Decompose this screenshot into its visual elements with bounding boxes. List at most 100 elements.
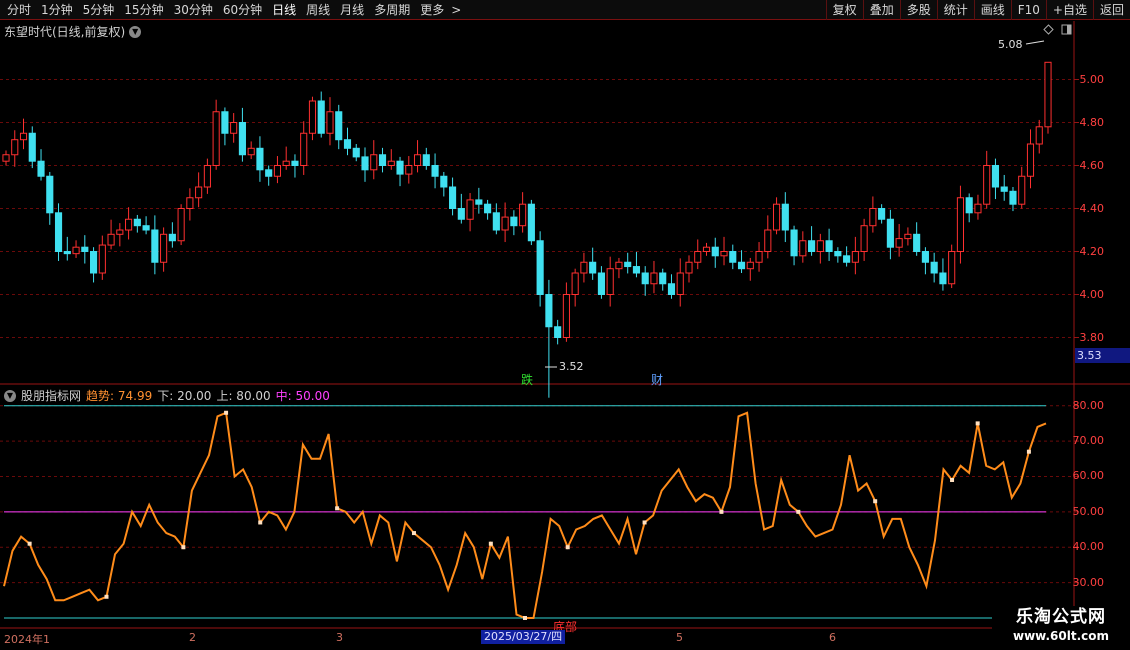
candle-body[interactable] bbox=[81, 246, 89, 252]
candle-body[interactable] bbox=[335, 111, 343, 141]
candle-body[interactable] bbox=[142, 225, 150, 231]
candle-body[interactable] bbox=[405, 165, 413, 175]
candle-body[interactable] bbox=[930, 261, 938, 274]
candle-body[interactable] bbox=[632, 266, 641, 274]
candle-body[interactable] bbox=[46, 175, 54, 214]
candle-body[interactable] bbox=[177, 208, 185, 242]
candle-body[interactable] bbox=[72, 246, 80, 255]
candle-body[interactable] bbox=[519, 203, 527, 227]
candle-body[interactable] bbox=[755, 251, 763, 263]
candle-body[interactable] bbox=[396, 160, 404, 175]
candle-body[interactable] bbox=[160, 233, 168, 263]
candle-body[interactable] bbox=[606, 268, 614, 296]
candle-body[interactable] bbox=[650, 272, 658, 285]
candle-body[interactable] bbox=[475, 199, 483, 205]
candle-body[interactable] bbox=[63, 251, 71, 255]
candle-body[interactable] bbox=[1035, 126, 1043, 145]
candle-body[interactable] bbox=[772, 203, 781, 231]
candle-body[interactable] bbox=[536, 240, 544, 295]
candle-body[interactable] bbox=[326, 111, 334, 134]
candle-body[interactable] bbox=[913, 233, 921, 253]
candle-body[interactable] bbox=[737, 261, 746, 270]
candle-body[interactable] bbox=[413, 154, 422, 166]
candle-body[interactable] bbox=[641, 272, 649, 285]
candle-body[interactable] bbox=[37, 160, 45, 177]
trend-line[interactable] bbox=[3, 411, 1047, 619]
candle-body[interactable] bbox=[133, 218, 141, 227]
candle-body[interactable] bbox=[746, 261, 754, 270]
candle-body[interactable] bbox=[352, 147, 360, 158]
candle-body[interactable] bbox=[834, 251, 842, 257]
candle-body[interactable] bbox=[510, 216, 518, 227]
candle-body[interactable] bbox=[1000, 186, 1008, 192]
candle-body[interactable] bbox=[764, 229, 772, 252]
candle-body[interactable] bbox=[247, 147, 255, 156]
candle-body[interactable] bbox=[492, 212, 500, 231]
candle-body[interactable] bbox=[851, 251, 859, 263]
candle-body[interactable] bbox=[256, 147, 264, 171]
candle-body[interactable] bbox=[781, 203, 789, 231]
candle-body[interactable] bbox=[484, 203, 492, 214]
candle-body[interactable] bbox=[151, 229, 159, 263]
candle-body[interactable] bbox=[676, 272, 684, 295]
candle-body[interactable] bbox=[343, 139, 352, 149]
candle-body[interactable] bbox=[125, 218, 133, 231]
candle-body[interactable] bbox=[799, 240, 807, 257]
candle-body[interactable] bbox=[282, 160, 290, 166]
candle-body[interactable] bbox=[580, 261, 588, 274]
candle-body[interactable] bbox=[107, 233, 115, 246]
candle-body[interactable] bbox=[948, 251, 956, 285]
candle-body[interactable] bbox=[711, 246, 719, 257]
candle-body[interactable] bbox=[816, 240, 824, 252]
candle-body[interactable] bbox=[221, 111, 229, 134]
candle-body[interactable] bbox=[11, 139, 19, 156]
chart-canvas[interactable] bbox=[0, 0, 1130, 650]
candle-body[interactable] bbox=[886, 218, 894, 248]
candle-body[interactable] bbox=[212, 111, 220, 166]
candle-body[interactable] bbox=[300, 132, 308, 166]
candle-body[interactable] bbox=[387, 160, 395, 166]
candle-body[interactable] bbox=[195, 186, 203, 199]
candle-body[interactable] bbox=[895, 238, 903, 248]
candle-body[interactable] bbox=[378, 154, 387, 166]
candle-body[interactable] bbox=[860, 225, 868, 252]
chevron-down-icon[interactable]: ▼ bbox=[129, 25, 142, 38]
candle-body[interactable] bbox=[667, 283, 676, 295]
candle-body[interactable] bbox=[440, 175, 448, 188]
candle-body[interactable] bbox=[904, 233, 912, 240]
candle-body[interactable] bbox=[1009, 190, 1017, 205]
candle-body[interactable] bbox=[317, 100, 325, 134]
candle-body[interactable] bbox=[168, 233, 176, 242]
candle-body[interactable] bbox=[921, 251, 929, 263]
candle-body[interactable] bbox=[545, 294, 553, 328]
candle-body[interactable] bbox=[956, 197, 965, 252]
chevron-down-icon[interactable]: ▼ bbox=[4, 389, 16, 402]
candle-body[interactable] bbox=[659, 272, 667, 285]
candle-body[interactable] bbox=[28, 132, 36, 162]
candle-body[interactable] bbox=[361, 156, 369, 171]
candle-body[interactable] bbox=[694, 251, 702, 263]
panel-toggle-icon[interactable] bbox=[1061, 24, 1072, 35]
candle-body[interactable] bbox=[370, 154, 378, 171]
candle-body[interactable] bbox=[431, 165, 439, 177]
candle-body[interactable] bbox=[729, 251, 737, 263]
candle-body[interactable] bbox=[878, 208, 886, 220]
candle-body[interactable] bbox=[54, 212, 63, 253]
candle-body[interactable] bbox=[571, 272, 579, 295]
candle-body[interactable] bbox=[89, 251, 98, 274]
candle-body[interactable] bbox=[974, 203, 982, 214]
candle-body[interactable] bbox=[624, 261, 632, 268]
finance-marker[interactable]: 财 bbox=[651, 371, 663, 388]
candle-body[interactable] bbox=[238, 122, 246, 156]
candle-body[interactable] bbox=[939, 272, 947, 285]
candle-body[interactable] bbox=[98, 244, 106, 274]
candle-body[interactable] bbox=[562, 294, 570, 338]
candle-body[interactable] bbox=[1018, 175, 1026, 205]
candle-body[interactable] bbox=[597, 272, 605, 295]
candle-body[interactable] bbox=[2, 154, 10, 162]
candle-body[interactable] bbox=[1026, 143, 1035, 177]
candle-body[interactable] bbox=[230, 122, 238, 134]
candle-body[interactable] bbox=[291, 160, 299, 166]
candle-body[interactable] bbox=[1044, 61, 1052, 128]
candle-body[interactable] bbox=[965, 197, 973, 214]
